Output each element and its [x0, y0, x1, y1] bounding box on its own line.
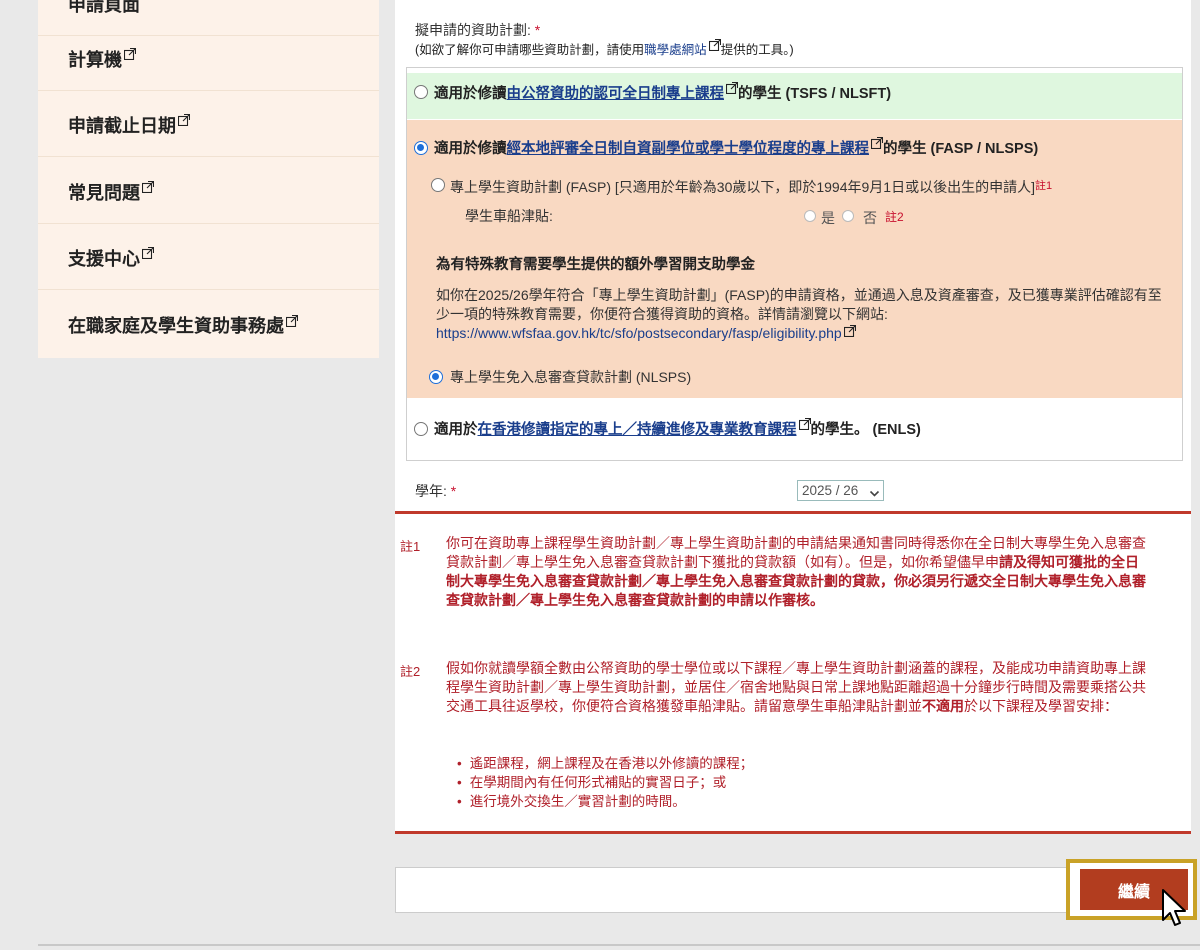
sidebar-item-wfsfaa[interactable]: 在職家庭及學生資助事務處 [38, 293, 379, 357]
ssn-eligibility-link-wrap: https://www.wfsfaa.gov.hk/tc/sfo/postsec… [436, 325, 856, 341]
note-2-text: 假如你就讀學額全數由公帑資助的學士學位或以下課程／專上學生資助計劃涵蓋的課程，及… [446, 660, 1146, 714]
academic-year-select[interactable]: 2025 / 26 [797, 480, 884, 501]
travel-no-radio[interactable] [842, 210, 854, 222]
sidebar-item-label: 支援中心 [68, 248, 140, 269]
travel-yes-label: 是 [821, 210, 835, 226]
plan-hint: (如欲了解你可申請哪些資助計劃，請使用職學處網站 提供的工具。) [415, 39, 794, 58]
travel-yes-radio[interactable] [804, 210, 816, 222]
plan-options: 適用於修讀由公帑資助的認可全日制專上課程 的學生 (TSFS / NLSFT) 適… [406, 67, 1183, 461]
ssn-eligibility-link[interactable]: https://www.wfsfaa.gov.hk/tc/sfo/postsec… [436, 325, 842, 341]
plan-radio-enls[interactable] [414, 422, 428, 436]
academic-year-label: 學年: * [415, 483, 457, 499]
external-link-icon [871, 137, 883, 149]
plan-option-fasp-label: 適用於修讀經本地評審全日制自資副學位或學士學位程度的專上課程 的學生 (FASP … [434, 137, 1038, 158]
travel-subsidy-label: 學生車船津貼: [465, 208, 553, 224]
external-link-icon [124, 48, 137, 61]
external-link-icon [142, 247, 155, 260]
note-2-ref[interactable]: 註2 [885, 208, 904, 225]
nlsps-label: 專上學生免入息審查貸款計劃 (NLSPS) [450, 369, 692, 385]
required-mark: * [534, 22, 541, 38]
external-link-icon [843, 325, 856, 337]
plan-option-tsfs-label: 適用於修讀由公帑資助的認可全日制專上課程 的學生 (TSFS / NLSFT) [434, 82, 891, 103]
external-link-icon [286, 314, 299, 328]
application-form: 擬申請的資助計劃: * (如欲了解你可申請哪些資助計劃，請使用職學處網站 提供的工… [395, 0, 1191, 515]
plan-option-tsfs[interactable]: 適用於修讀由公帑資助的認可全日制專上課程 的學生 (TSFS / NLSFT) [407, 73, 1182, 119]
chevron-down-icon [869, 485, 880, 497]
external-link-icon [178, 114, 191, 127]
ssn-grant-title: 為有特殊教育需要學生提供的額外學習開支助學金 [436, 257, 755, 273]
mouse-pointer-icon [1161, 888, 1187, 930]
external-link-icon [708, 39, 721, 51]
fasp-radio[interactable] [431, 178, 445, 192]
external-link-icon [142, 181, 155, 194]
external-link-icon [798, 418, 811, 430]
note-1-ref[interactable]: 註1 [1035, 180, 1052, 192]
plan-field-label: 擬申請的資助計劃: * [415, 22, 541, 38]
sidebar-item-support[interactable]: 支援中心 [38, 226, 379, 290]
sidebar-item-calculator[interactable]: 計算機 [38, 27, 379, 91]
plan-option-fasp[interactable]: 適用於修讀經本地評審全日制自資副學位或學士學位程度的專上課程 的學生 (FASP … [407, 120, 1182, 398]
fasp-course-link[interactable]: 經本地評審全日制自資副學位或學士學位程度的專上課程 [507, 141, 870, 157]
enls-course-link[interactable]: 在香港修讀指定的專上／持續進修及專業教育課程 [478, 422, 797, 438]
sidebar: 申請頁面 計算機 申請截止日期 常見問題 支援中心 在職家庭及學生資助事務處 [38, 0, 379, 358]
sidebar-item-label: 常見問題 [68, 182, 140, 203]
tsfs-course-link[interactable]: 由公帑資助的認可全日制專上課程 [507, 86, 725, 102]
sidebar-item-label: 在職家庭及學生資助事務處 [68, 316, 284, 336]
plan-radio-tsfs[interactable] [414, 85, 428, 99]
travel-no-label: 否 [863, 210, 877, 226]
fasp-label: 專上學生資助計劃 (FASP) [只適用於年齡為30歲以下，即於1994年9月1… [450, 179, 1053, 195]
plan-radio-fasp[interactable] [414, 141, 428, 155]
plan-option-enls-label: 適用於在香港修讀指定的專上／持續進修及專業教育課程 的學生。 (ENLS) [434, 418, 921, 439]
list-item: 在學期間內有任何形式補貼的實習日子；或 [470, 773, 753, 792]
note-1-tag: 註1 [400, 539, 421, 554]
sidebar-item-label: 申請截止日期 [68, 115, 176, 136]
external-link-icon [726, 82, 738, 94]
sidebar-item-deadline[interactable]: 申請截止日期 [38, 93, 379, 157]
sidebar-item-label: 申請頁面 [68, 0, 140, 15]
note-1-text: 你可在資助專上課程學生資助計劃／專上學生資助計劃的申請結果通知書同時得悉你在全日… [446, 535, 1146, 608]
list-item: 進行境外交換生／實習計劃的時間。 [470, 792, 753, 811]
note-2-list: 遙距課程，網上課程及在香港以外修讀的課程； 在學期間內有任何形式補貼的實習日子；… [470, 754, 754, 811]
plan-option-enls[interactable]: 適用於在香港修讀指定的專上／持續進修及專業教育課程 的學生。 (ENLS) [407, 398, 1182, 458]
notes-section: 註1 你可在資助專上課程學生資助計劃／專上學生資助計劃的申請結果通知書同時得悉你… [395, 511, 1191, 834]
nlsps-radio[interactable] [429, 370, 443, 384]
wfsfaa-tool-link[interactable]: 職學處網站 [644, 43, 707, 57]
ssn-grant-description: 如你在2025/26學年符合「專上學生資助計劃」(FASP)的申請資格，並通過入… [436, 287, 1162, 322]
sidebar-item-faq[interactable]: 常見問題 [38, 160, 379, 224]
footer-divider [38, 944, 1200, 946]
sidebar-item-label: 計算機 [68, 49, 122, 70]
list-item: 遙距課程，網上課程及在香港以外修讀的課程； [470, 754, 754, 773]
note-2-tag: 註2 [400, 664, 421, 679]
